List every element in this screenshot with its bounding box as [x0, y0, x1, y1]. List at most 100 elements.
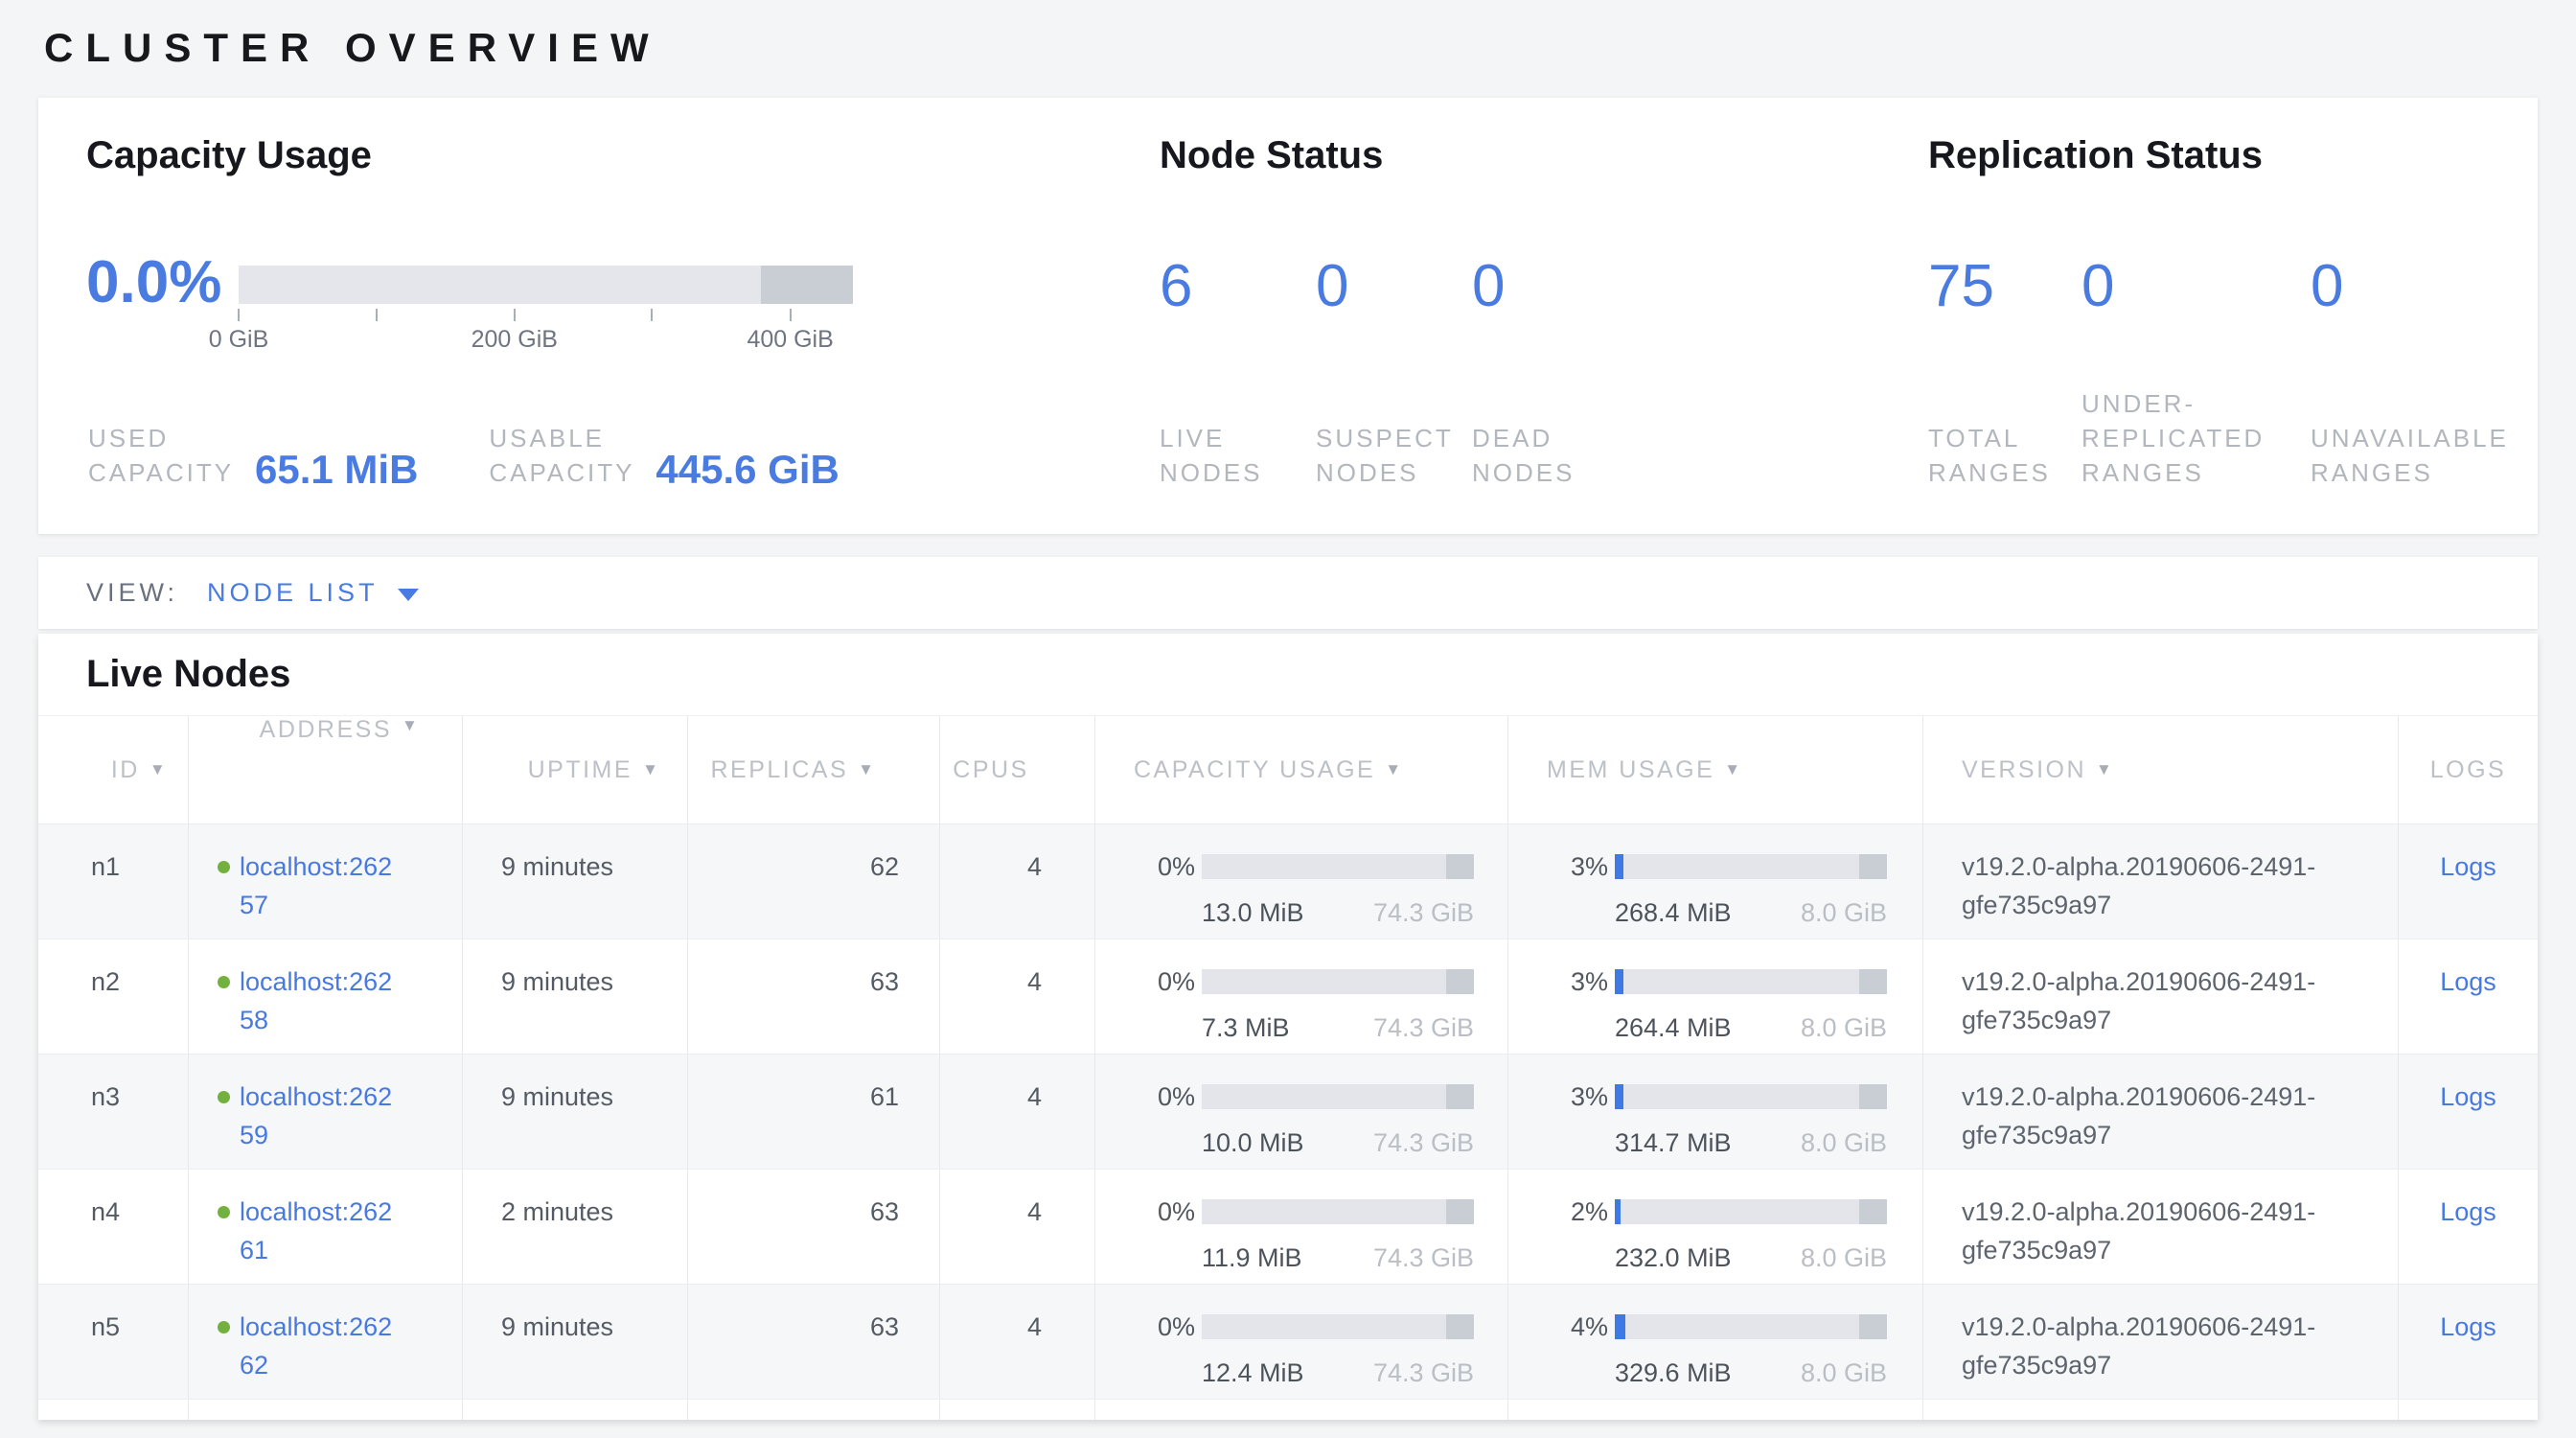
column-header-label: LOGS — [2430, 756, 2506, 784]
mem-total-value: 8.0 GiB — [1801, 1239, 1887, 1277]
node-id-cell: n4 — [38, 1170, 189, 1284]
capacity-used-value: 7.3 MiB — [1202, 1009, 1290, 1047]
column-header-version[interactable]: VERSION▼ — [1923, 716, 2399, 823]
logs-link[interactable]: Logs — [2440, 967, 2496, 996]
capacity-axis-ticks — [239, 308, 853, 322]
version-cell: v19.2.0-alpha.20190606-2491-gfe735c9a97 — [1923, 824, 2399, 939]
node-status-heading: Node Status — [1160, 134, 1383, 177]
column-header-mem-usage[interactable]: MEM USAGE ▼ — [1508, 716, 1923, 823]
capacity-usage-section: Capacity Usage 0.0% 0 GiB 200 GiB 400 Gi… — [86, 98, 958, 534]
cpus-cell — [940, 1400, 1095, 1420]
under-replicated-ranges-count: 0 — [2082, 257, 2311, 316]
capacity-usage-cell — [1095, 1400, 1508, 1420]
capacity-bar-chart: 0 GiB 200 GiB 400 GiB — [239, 266, 853, 355]
uptime-cell: 9 minutes — [463, 1055, 688, 1169]
column-header-label: ID — [111, 756, 140, 784]
capacity-used-value: 12.4 MiB — [1202, 1354, 1304, 1392]
node-address-cell — [189, 1400, 463, 1420]
logs-cell: Logs — [2399, 1170, 2538, 1284]
capacity-total-value: 74.3 GiB — [1373, 1124, 1474, 1162]
node-id-cell: n5 — [38, 1285, 189, 1399]
axis-tick — [651, 309, 653, 321]
logs-link[interactable]: Logs — [2440, 1082, 2496, 1111]
node-list-dropdown[interactable]: NODE LIST — [207, 578, 419, 608]
column-header-address[interactable]: ADDRESS▼ — [189, 716, 463, 823]
node-live-dot-icon — [218, 861, 230, 873]
mem-usage-cell: 2% 232.0 MiB8.0 GiB — [1508, 1170, 1923, 1284]
sort-desc-icon: ▼ — [1724, 760, 1742, 779]
column-header-uptime[interactable]: UPTIME▼ — [463, 716, 688, 823]
table-row: n2 localhost:26258 9 minutes 63 4 0% 7.3… — [38, 939, 2538, 1054]
mem-meter-fill — [1615, 1199, 1621, 1224]
mem-total-value: 8.0 GiB — [1801, 893, 1887, 932]
mem-usage-cell — [1508, 1400, 1923, 1420]
view-selected-value: NODE LIST — [207, 578, 379, 608]
table-row: n3 localhost:26259 9 minutes 61 4 0% 10.… — [38, 1054, 2538, 1169]
version-cell: v19.2.0-alpha.20190606-2491-gfe735c9a97 — [1923, 1285, 2399, 1399]
uptime-cell: 9 minutes — [463, 939, 688, 1054]
version-text: v19.2.0-alpha.20190606-2491-gfe735c9a97 — [1962, 1193, 2343, 1269]
capacity-bar — [239, 266, 853, 304]
capacity-meter — [1202, 1199, 1474, 1224]
capacity-usage-cell: 0% 13.0 MiB74.3 GiB — [1095, 824, 1508, 939]
version-text: v19.2.0-alpha.20190606-2491-gfe735c9a97 — [1962, 1308, 2343, 1384]
mem-percent-label: 3% — [1545, 1078, 1608, 1116]
logs-cell — [2399, 1400, 2538, 1420]
uptime-cell — [463, 1400, 688, 1420]
column-header-cpus: CPUS — [940, 716, 1095, 823]
version-text: v19.2.0-alpha.20190606-2491-gfe735c9a97 — [1962, 1078, 2343, 1154]
capacity-usage-cell: 0% 12.4 MiB74.3 GiB — [1095, 1285, 1508, 1399]
version-cell — [1923, 1400, 2399, 1420]
uptime-cell: 9 minutes — [463, 1285, 688, 1399]
capacity-percent-label: 0% — [1132, 963, 1195, 1001]
column-header-label: MEM USAGE — [1547, 756, 1714, 784]
used-capacity-stat: USED CAPACITY 65.1 MiB — [88, 421, 418, 490]
mem-used-value: 268.4 MiB — [1615, 893, 1732, 932]
column-header-label: CAPACITY USAGE — [1134, 756, 1375, 784]
unavailable-ranges-label: UNAVAILABLE RANGES — [2311, 421, 2555, 490]
version-text: v19.2.0-alpha.20190606-2491-gfe735c9a97 — [1962, 963, 2343, 1039]
view-label: VIEW: — [86, 578, 178, 608]
table-row: n5 localhost:26262 9 minutes 63 4 0% 12.… — [38, 1284, 2538, 1399]
capacity-stats: USED CAPACITY 65.1 MiB USABLE CAPACITY 4… — [88, 421, 840, 490]
replication-status-section: Replication Status 75 0 0 TOTAL RANGES U… — [1928, 98, 2576, 534]
logs-link[interactable]: Logs — [2440, 1197, 2496, 1226]
replicas-cell: 62 — [688, 824, 940, 939]
replicas-cell: 63 — [688, 1170, 940, 1284]
used-capacity-label: USED CAPACITY — [88, 421, 242, 490]
logs-link[interactable]: Logs — [2440, 852, 2496, 881]
sort-desc-icon: ▼ — [2096, 760, 2114, 779]
capacity-total-value: 74.3 GiB — [1373, 1239, 1474, 1277]
node-address-link[interactable]: localhost:26258 — [240, 963, 393, 1039]
column-header-label: REPLICAS — [711, 756, 849, 784]
axis-label: 0 GiB — [209, 326, 269, 354]
capacity-used-value: 10.0 MiB — [1202, 1124, 1304, 1162]
logs-link[interactable]: Logs — [2440, 1312, 2496, 1341]
live-nodes-card: Live Nodes ID▼ ADDRESS▼ UPTIME▼ REPLICAS… — [38, 634, 2538, 1420]
column-header-replicas[interactable]: REPLICAS▼ — [688, 716, 940, 823]
mem-meter — [1615, 854, 1887, 879]
mem-meter-fill — [1615, 1314, 1625, 1339]
column-header-capacity-usage[interactable]: CAPACITY USAGE▼ — [1095, 716, 1508, 823]
column-header-id[interactable]: ID▼ — [38, 716, 189, 823]
node-address-link[interactable]: localhost:26257 — [240, 847, 393, 924]
mem-used-value: 314.7 MiB — [1615, 1124, 1732, 1162]
capacity-usage-cell: 0% 10.0 MiB74.3 GiB — [1095, 1055, 1508, 1169]
capacity-percent-label: 0% — [1132, 847, 1195, 886]
mem-meter — [1615, 1199, 1887, 1224]
uptime-cell: 9 minutes — [463, 824, 688, 939]
capacity-percent-label: 0% — [1132, 1193, 1195, 1231]
capacity-meter — [1202, 969, 1474, 994]
mem-meter-fill — [1615, 854, 1623, 879]
node-address-link[interactable]: localhost:26259 — [240, 1078, 393, 1154]
cpus-cell: 4 — [940, 939, 1095, 1054]
node-live-dot-icon — [218, 976, 230, 988]
capacity-meter — [1202, 854, 1474, 879]
mem-used-value: 329.6 MiB — [1615, 1354, 1732, 1392]
live-nodes-title: Live Nodes — [86, 653, 290, 696]
node-live-dot-icon — [218, 1321, 230, 1334]
capacity-meter — [1202, 1084, 1474, 1109]
node-address-link[interactable]: localhost:26262 — [240, 1308, 393, 1384]
column-header-label: UPTIME — [528, 756, 632, 784]
node-address-link[interactable]: localhost:26261 — [240, 1193, 393, 1269]
